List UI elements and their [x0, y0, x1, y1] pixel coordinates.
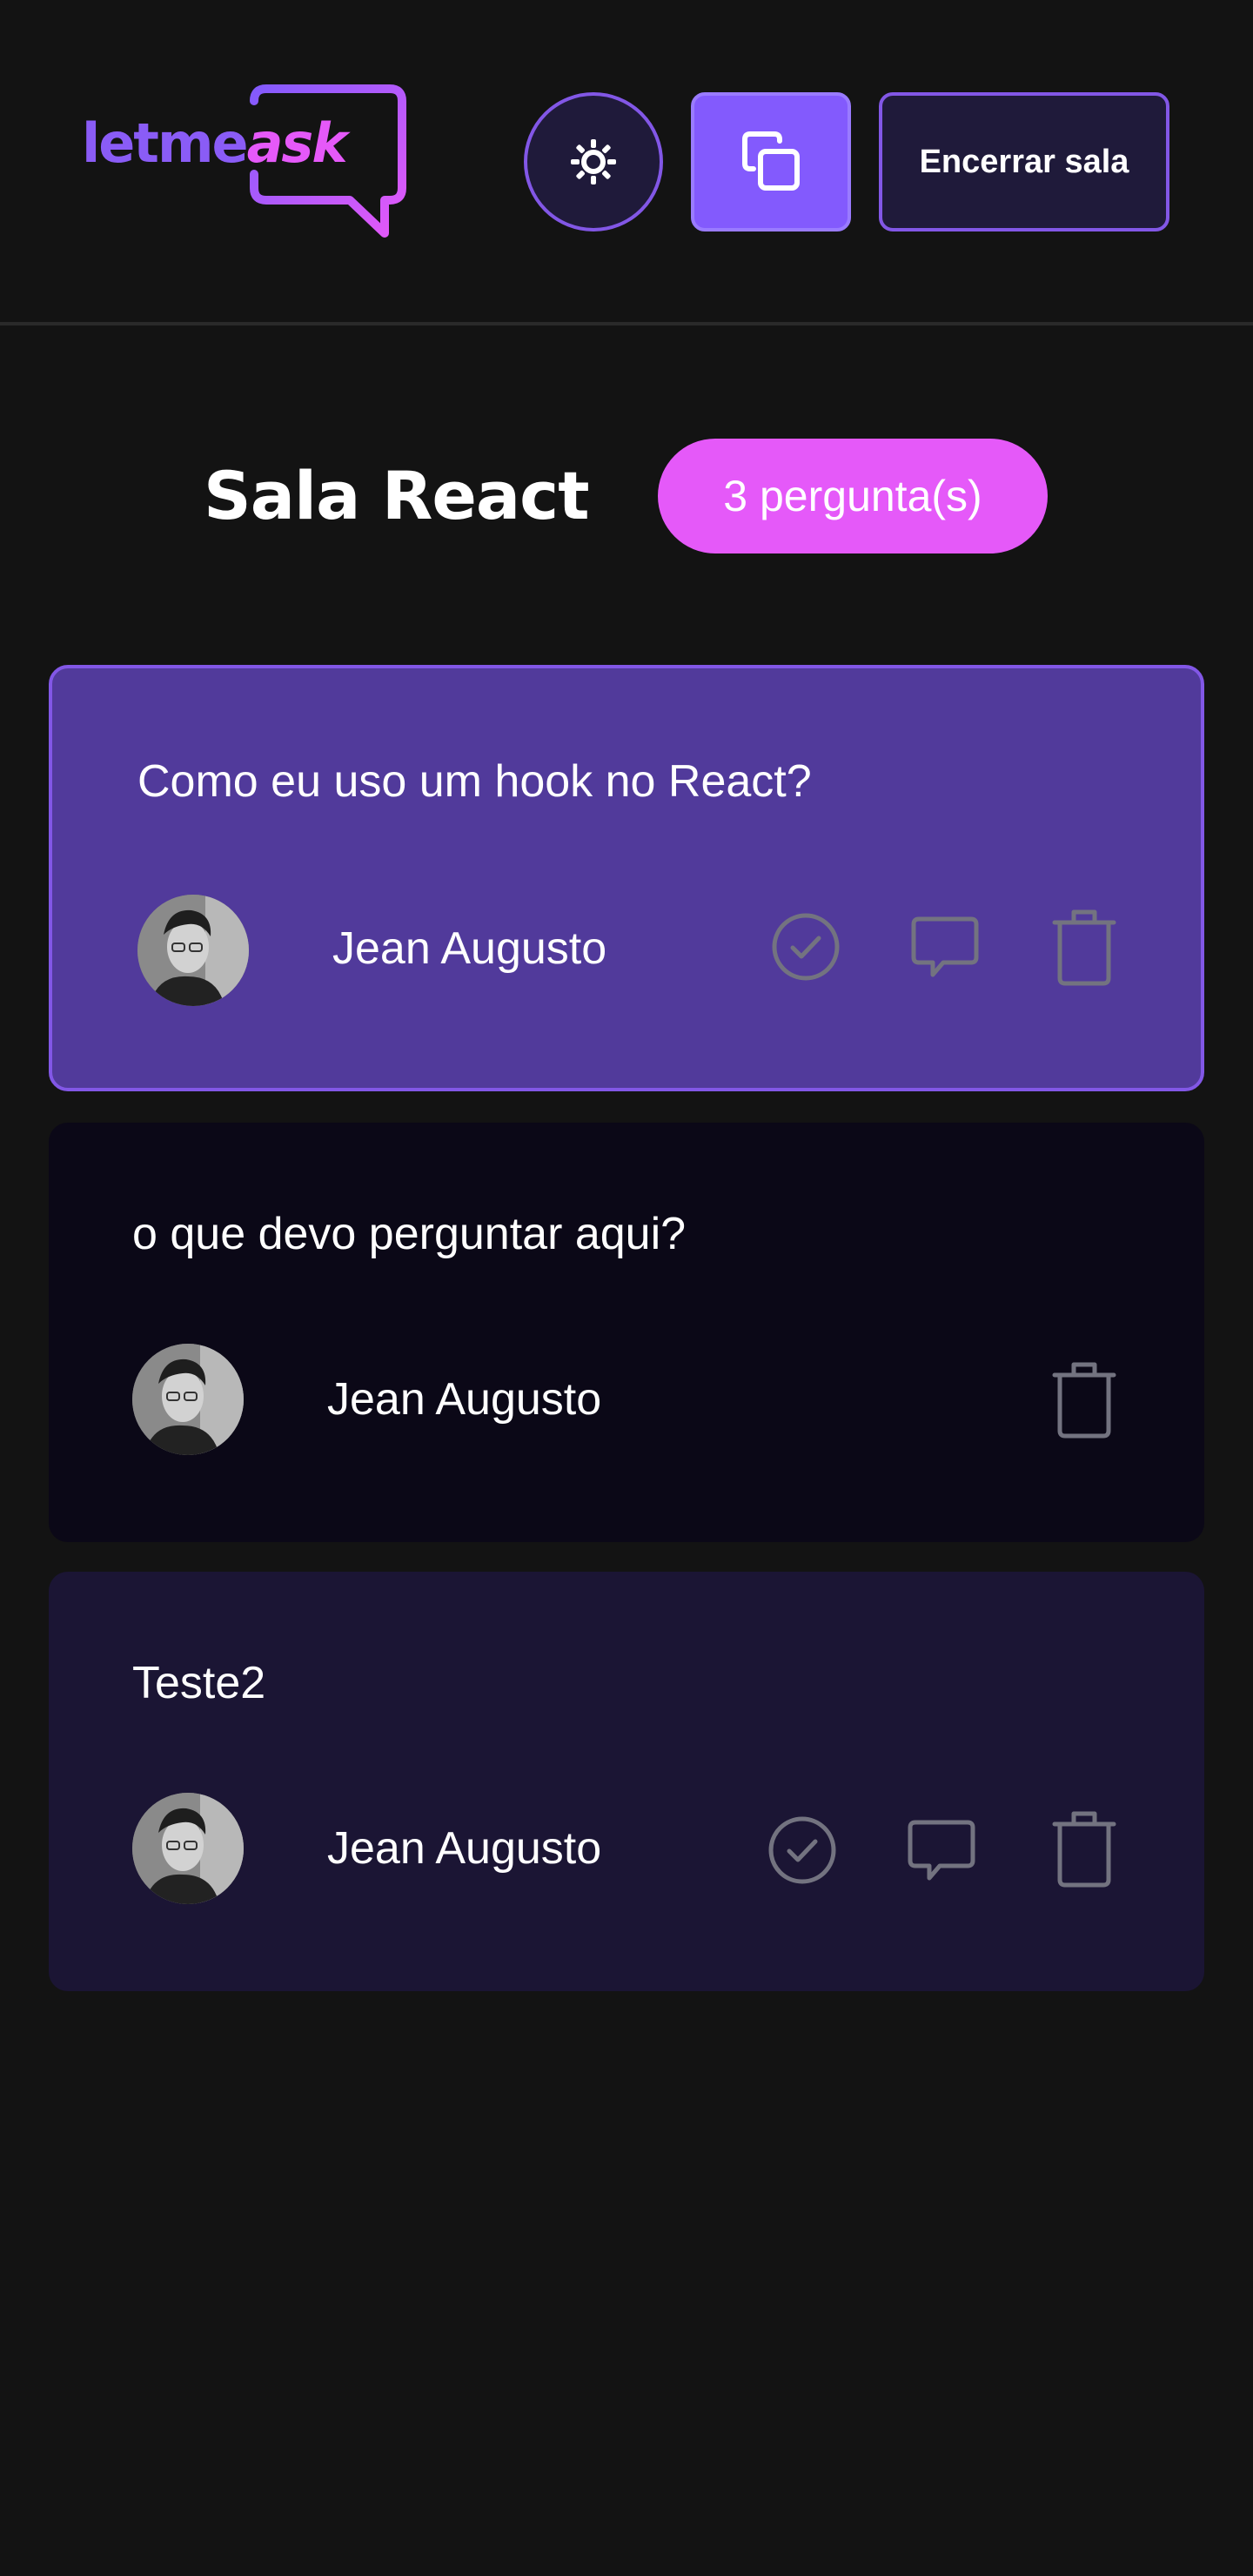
room-page: letmeask Encerrar sala Sala React 3 perg…	[0, 0, 1253, 2576]
letmeask-logo[interactable]: letmeask	[80, 84, 411, 240]
check-icon[interactable]	[761, 1808, 844, 1892]
author-name: Jean Augusto	[327, 1374, 602, 1425]
author-name: Jean Augusto	[332, 923, 607, 974]
author-name: Jean Augusto	[327, 1823, 602, 1874]
trash-icon[interactable]	[1042, 1358, 1126, 1441]
room-title: Sala React	[204, 457, 590, 534]
question-text: Teste2	[132, 1658, 266, 1708]
logo-text-letme: letme	[82, 111, 249, 175]
question-text: Como eu uso um hook no React?	[137, 756, 812, 807]
avatar	[137, 895, 249, 1006]
question-text: o que devo perguntar aqui?	[132, 1209, 687, 1259]
close-room-button[interactable]: Encerrar sala	[879, 92, 1169, 231]
logo-text-ask: ask	[246, 111, 348, 175]
sun-icon	[571, 139, 616, 184]
question-card: Como eu uso um hook no React? Jean Augus…	[49, 665, 1204, 1091]
trash-icon[interactable]	[1042, 905, 1126, 989]
header: letmeask Encerrar sala	[0, 0, 1253, 325]
question-card: o que devo perguntar aqui? Jean Augusto	[49, 1123, 1204, 1542]
chat-bubble-icon[interactable]	[903, 905, 987, 989]
copy-icon	[742, 131, 800, 191]
question-count-badge: 3 pergunta(s)	[658, 439, 1048, 553]
chat-bubble-icon[interactable]	[900, 1808, 983, 1892]
copy-room-code-button[interactable]	[691, 92, 851, 231]
avatar	[132, 1344, 244, 1455]
theme-toggle-button[interactable]	[524, 92, 663, 231]
trash-icon[interactable]	[1042, 1807, 1126, 1890]
avatar	[132, 1793, 244, 1904]
question-card: Teste2 Jean Augusto	[49, 1572, 1204, 1991]
check-icon[interactable]	[764, 905, 848, 989]
